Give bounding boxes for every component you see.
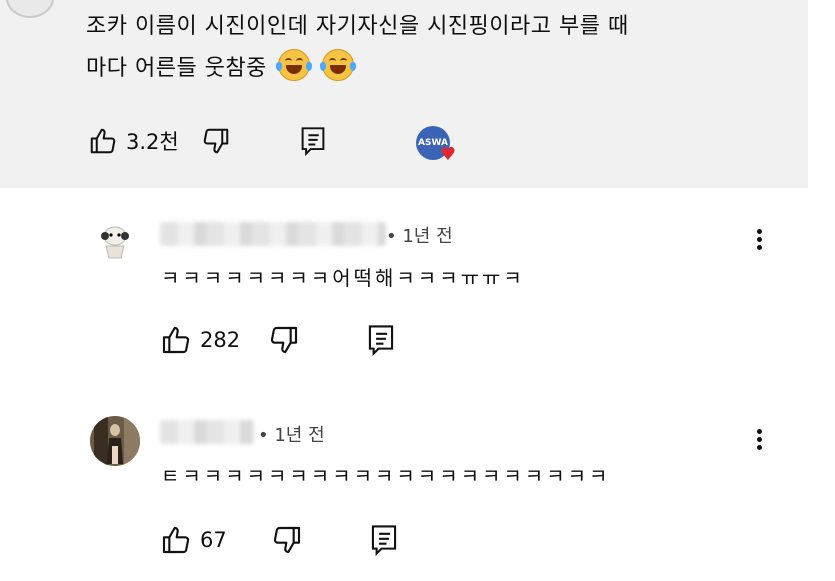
avatar[interactable] (6, 0, 54, 18)
avatar[interactable] (90, 416, 140, 466)
like-button[interactable]: 282 (160, 324, 240, 356)
dislike-button[interactable] (271, 524, 303, 556)
laughing-tears-emoji-icon (319, 49, 356, 81)
reply-button[interactable] (299, 126, 327, 156)
heart-icon: ♥ (439, 144, 456, 165)
more-options-icon[interactable] (754, 426, 764, 456)
thumbs-up-icon (160, 324, 192, 356)
like-button[interactable]: 67 (160, 524, 227, 556)
top-comment: 조카 이름이 시진이인데 자기자신을 시진핑이라고 부를 때 마다 어른들 웃참… (0, 0, 808, 188)
reply-text: ㅌㅋㅋㅋㅋㅋㅋㅋㅋㅋㅋㅋㅋㅋㅋㅋㅋㅋㅋㅋㅋ (161, 464, 611, 488)
dislike-button[interactable] (201, 126, 231, 156)
reply-comment-icon (299, 126, 327, 156)
thumbs-up-icon (88, 126, 118, 156)
reply-button[interactable] (366, 324, 396, 356)
reply-text: ㅋㅋㅋㅋㅋㅋㅋㅋ어떡해ㅋㅋㅋㅠㅠㅋ (161, 266, 525, 290)
reply-comment-icon (369, 524, 399, 556)
dislike-button[interactable] (268, 324, 300, 356)
thumbs-down-icon (271, 524, 303, 556)
like-count: 67 (200, 528, 227, 552)
comment-text-line-2: 마다 어른들 웃참중 (86, 56, 267, 81)
comment-text: 조카 이름이 시진이인데 자기자신을 시진핑이라고 부를 때 마다 어른들 웃참… (86, 6, 786, 90)
reply-button[interactable] (369, 524, 399, 556)
thumbs-down-icon (268, 324, 300, 356)
reply-actions: 67 (160, 524, 399, 556)
like-count: 282 (200, 328, 241, 352)
comment-actions: 3.2천 (88, 126, 327, 156)
creator-heart-badge[interactable]: ASWA ♥ (416, 126, 456, 165)
more-options-icon[interactable] (754, 226, 764, 256)
reply-actions: 282 (160, 324, 396, 356)
thumbs-up-icon (160, 524, 192, 556)
like-count: 3.2천 (126, 130, 179, 154)
thumbs-down-icon (201, 126, 231, 156)
comment-text-line-1: 조카 이름이 시진이인데 자기자신을 시진핑이라고 부를 때 (86, 14, 629, 39)
blurred-username[interactable] (160, 420, 254, 444)
laughing-tears-emoji-icon (276, 49, 313, 81)
reply-timestamp: • 1년 전 (258, 425, 325, 446)
avatar[interactable] (92, 218, 138, 264)
blurred-username[interactable] (160, 222, 386, 246)
reply-comment-icon (366, 324, 396, 356)
reply-timestamp: • 1년 전 (386, 226, 453, 247)
like-button[interactable]: 3.2천 (88, 126, 179, 156)
